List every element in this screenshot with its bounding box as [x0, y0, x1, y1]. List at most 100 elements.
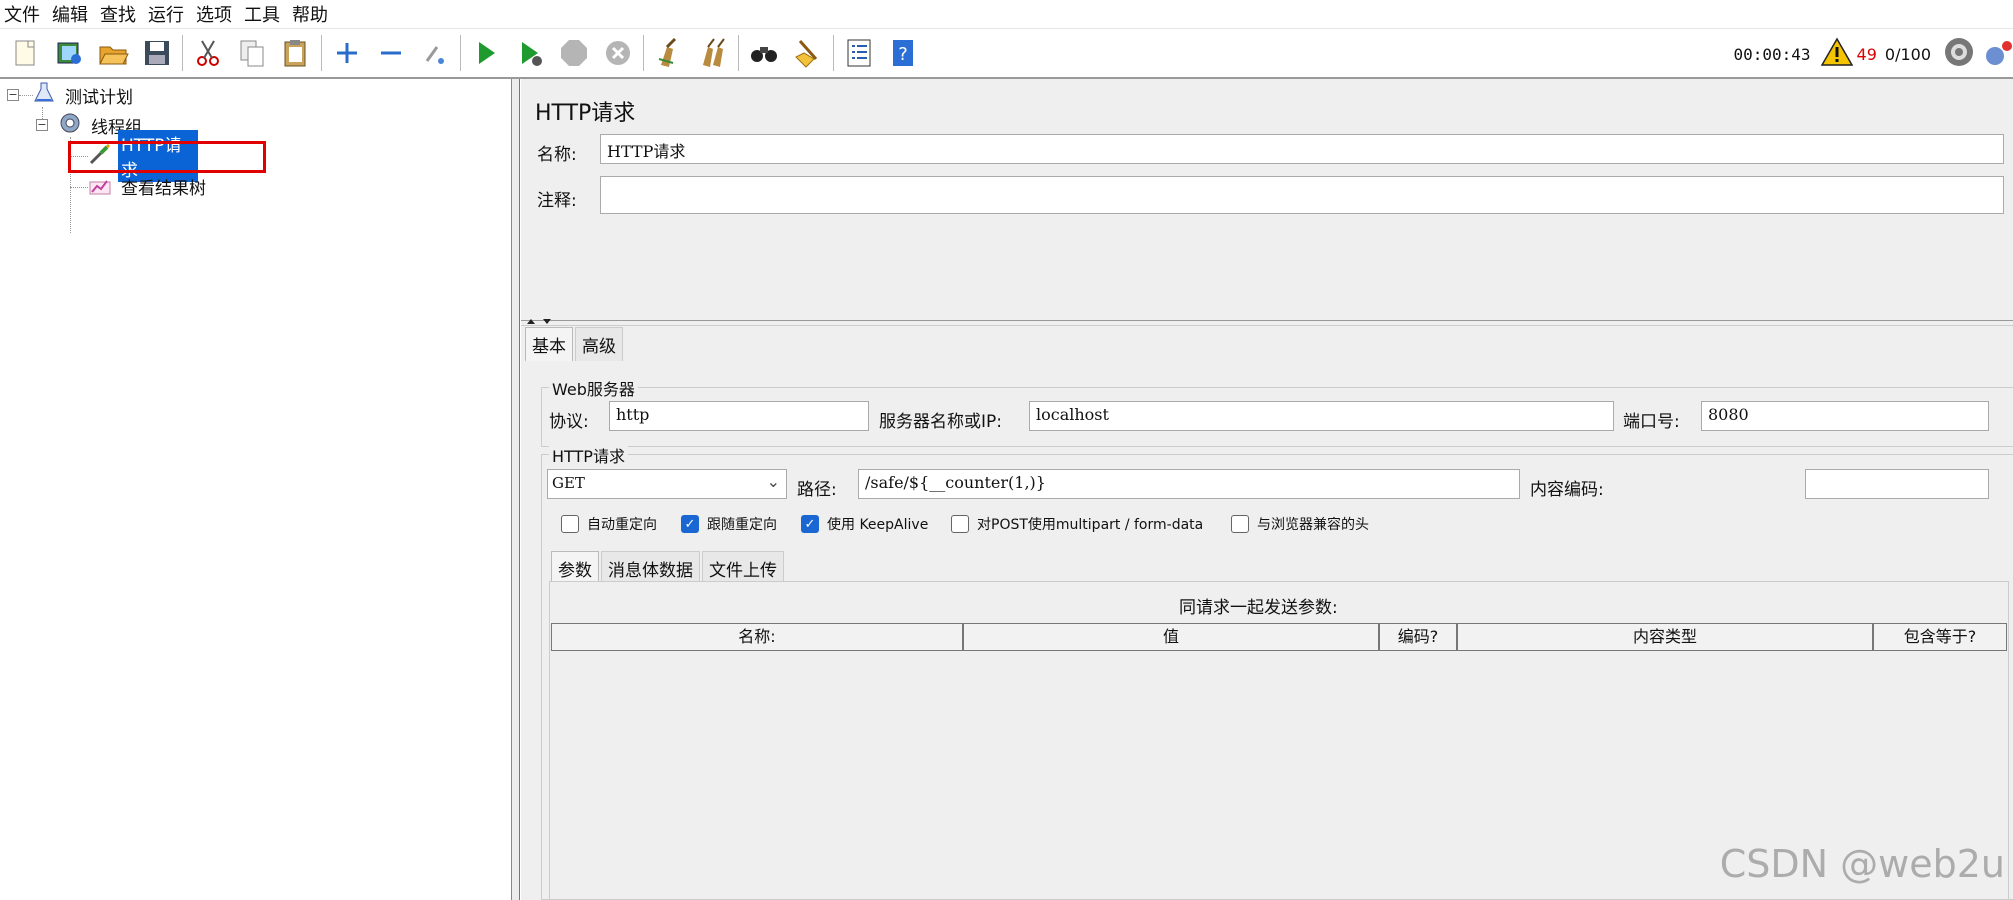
- parameters-caption: 同请求一起发送参数:: [1179, 598, 1338, 618]
- menu-help[interactable]: 帮助: [292, 1, 328, 27]
- menu-options[interactable]: 选项: [196, 1, 232, 27]
- active-threads: 0/100: [1884, 44, 1931, 64]
- stop-icon[interactable]: [555, 34, 593, 72]
- method-value: GET: [552, 474, 585, 492]
- follow-redirect-checkbox[interactable]: ✓ 跟随重定向: [681, 514, 777, 534]
- toolbar-separator: [738, 35, 739, 71]
- save-icon[interactable]: [138, 34, 176, 72]
- server-label: 服务器名称或IP:: [879, 412, 1002, 432]
- tree-item-result-tree[interactable]: 查看结果树: [88, 173, 209, 199]
- warning-icon[interactable]: [1820, 37, 1853, 71]
- function-helper-icon[interactable]: [840, 34, 878, 72]
- column-encode[interactable]: 编码?: [1380, 624, 1458, 650]
- comment-label: 注释:: [537, 191, 577, 211]
- remote-status-icon: [1943, 36, 1975, 72]
- elapsed-timer: 00:00:43: [1733, 44, 1811, 64]
- column-value[interactable]: 值: [964, 624, 1380, 650]
- encoding-label: 内容编码:: [1530, 480, 1604, 500]
- server-field[interactable]: localhost: [1029, 401, 1614, 431]
- multipart-label: 对POST使用multipart / form-data: [977, 517, 1204, 533]
- checkmark-icon[interactable]: ✓: [681, 515, 699, 533]
- cut-icon[interactable]: [189, 34, 227, 72]
- new-icon[interactable]: [6, 34, 44, 72]
- tab-file-upload[interactable]: 文件上传: [702, 551, 784, 585]
- reset-search-icon[interactable]: [789, 34, 827, 72]
- vertical-splitter[interactable]: [512, 79, 520, 900]
- tree-item-plan[interactable]: 测试计划: [32, 82, 136, 108]
- auto-redirect-label: 自动重定向: [587, 517, 657, 533]
- warning-count: 49: [1856, 44, 1877, 64]
- checkbox-box[interactable]: [561, 515, 579, 533]
- column-include-equals[interactable]: 包含等于?: [1874, 624, 2006, 650]
- tree-connector: [70, 187, 88, 188]
- expand-icon[interactable]: [328, 34, 366, 72]
- comment-field[interactable]: [600, 176, 2004, 214]
- status-area: 00:00:43 49 0/100: [1733, 29, 2013, 79]
- copy-icon[interactable]: [233, 34, 271, 72]
- http-request-group-title: HTTP请求: [549, 443, 628, 467]
- path-field[interactable]: /safe/${__counter(1,)}: [858, 469, 1520, 499]
- web-server-group-title: Web服务器: [549, 376, 638, 400]
- shutdown-icon[interactable]: [599, 34, 637, 72]
- clear-icon[interactable]: [650, 34, 688, 72]
- toolbar-separator: [833, 35, 834, 71]
- help-icon[interactable]: ?: [884, 34, 922, 72]
- port-label: 端口号:: [1623, 412, 1680, 432]
- name-label: 名称:: [537, 145, 577, 165]
- keepalive-label: 使用 KeepAlive: [827, 517, 929, 533]
- collapse-icon[interactable]: [372, 34, 410, 72]
- log-viewer-icon[interactable]: [1983, 36, 2013, 72]
- graph-icon: [88, 172, 112, 201]
- templates-icon[interactable]: [50, 34, 88, 72]
- keepalive-checkbox[interactable]: ✓ 使用 KeepAlive: [801, 514, 928, 534]
- tab-parameters[interactable]: 参数: [551, 551, 599, 585]
- open-icon[interactable]: [94, 34, 132, 72]
- http-request-panel: HTTP请求 名称: HTTP请求 注释: 基本 高级 Web服务器 协议: h…: [521, 79, 2013, 900]
- selection-highlight-box: [68, 141, 266, 173]
- protocol-field[interactable]: http: [609, 401, 869, 431]
- column-content-type[interactable]: 内容类型: [1458, 624, 1874, 650]
- test-plan-tree: − 测试计划 − 线程组 HTTP请求 查看结果树: [0, 79, 512, 900]
- start-icon[interactable]: [467, 34, 505, 72]
- port-field[interactable]: 8080: [1701, 401, 1989, 431]
- svg-text:?: ?: [898, 44, 908, 65]
- browser-headers-label: 与浏览器兼容的头: [1257, 517, 1369, 533]
- tab-basic[interactable]: 基本: [525, 327, 573, 361]
- checkbox-box[interactable]: [951, 515, 969, 533]
- protocol-label: 协议:: [549, 412, 589, 432]
- auto-redirect-checkbox[interactable]: 自动重定向: [561, 514, 657, 534]
- menu-search[interactable]: 查找: [100, 1, 136, 27]
- encoding-field[interactable]: [1805, 469, 1989, 499]
- checkbox-box[interactable]: [1231, 515, 1249, 533]
- horizontal-splitter[interactable]: [521, 318, 2013, 326]
- menu-run[interactable]: 运行: [148, 1, 184, 27]
- tree-label-plan: 测试计划: [65, 87, 133, 108]
- sub-tabs: 参数 消息体数据 文件上传: [551, 551, 786, 585]
- menu-tools[interactable]: 工具: [244, 1, 280, 27]
- column-name[interactable]: 名称:: [552, 624, 964, 650]
- paste-icon[interactable]: [277, 34, 315, 72]
- toggle-icon[interactable]: [416, 34, 454, 72]
- split-arrows-icon[interactable]: [525, 318, 555, 326]
- menu-edit[interactable]: 编辑: [52, 1, 88, 27]
- search-icon[interactable]: [745, 34, 783, 72]
- tab-advanced[interactable]: 高级: [575, 327, 623, 361]
- menu-bar: 文件 编辑 查找 运行 选项 工具 帮助: [0, 0, 2013, 29]
- multipart-checkbox[interactable]: 对POST使用multipart / form-data: [951, 514, 1203, 534]
- browser-headers-checkbox[interactable]: 与浏览器兼容的头: [1231, 514, 1369, 534]
- clear-all-icon[interactable]: [694, 34, 732, 72]
- tree-connector: [19, 95, 33, 96]
- chevron-down-icon: ⌄: [766, 472, 780, 491]
- panel-title: HTTP请求: [535, 101, 636, 126]
- path-label: 路径:: [797, 480, 837, 500]
- method-select[interactable]: GET ⌄: [547, 469, 787, 499]
- gear-icon: [58, 111, 82, 140]
- checkmark-icon[interactable]: ✓: [801, 515, 819, 533]
- parameters-table-header: 名称: 值 编码? 内容类型 包含等于?: [551, 623, 2007, 651]
- tab-body-data[interactable]: 消息体数据: [601, 551, 700, 585]
- name-field[interactable]: HTTP请求: [600, 134, 2004, 164]
- start-no-pause-icon[interactable]: [511, 34, 549, 72]
- collapse-thread-group-toggle[interactable]: −: [36, 119, 48, 131]
- collapse-plan-toggle[interactable]: −: [7, 89, 19, 101]
- menu-file[interactable]: 文件: [4, 1, 40, 27]
